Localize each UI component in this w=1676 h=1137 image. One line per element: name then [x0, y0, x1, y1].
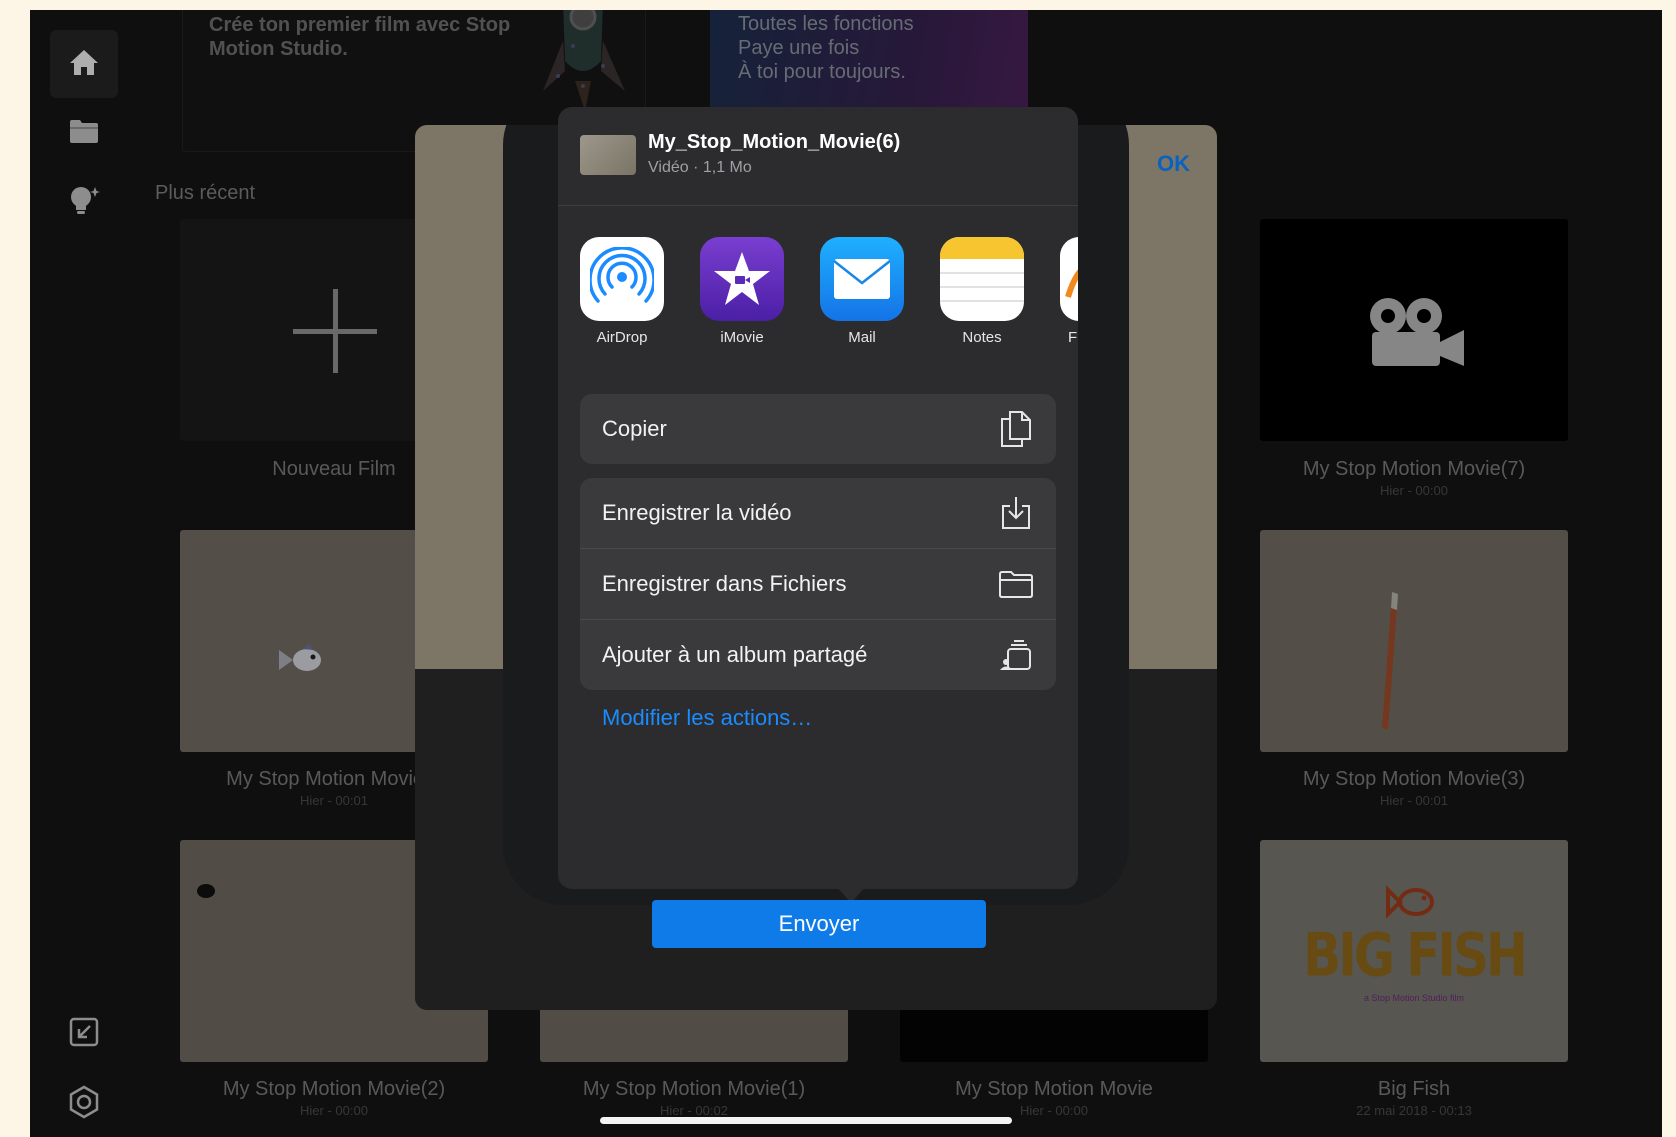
share-app-freeform[interactable]: Fr — [1060, 237, 1078, 346]
ok-button[interactable]: OK — [1157, 151, 1190, 177]
send-button[interactable]: Envoyer — [652, 900, 986, 948]
save-video-label: Enregistrer la vidéo — [602, 500, 792, 525]
app-label: Mail — [848, 329, 876, 346]
folder-icon — [998, 566, 1034, 602]
home-indicator[interactable] — [600, 1117, 1012, 1124]
notes-icon — [940, 237, 1024, 321]
mail-icon — [820, 237, 904, 321]
save-download-icon — [998, 495, 1034, 531]
freeform-icon — [1060, 237, 1078, 321]
file-thumbnail — [580, 135, 636, 175]
save-files-label: Enregistrer dans Fichiers — [602, 571, 847, 596]
shared-album-icon — [998, 637, 1034, 673]
app-label: iMovie — [720, 329, 764, 346]
share-app-notes[interactable]: Notes — [940, 237, 1024, 346]
file-name: My_Stop_Motion_Movie(6) — [648, 131, 901, 153]
imovie-icon — [700, 237, 784, 321]
action-group-save: Enregistrer la vidéo Enregistrer dans Fi… — [580, 478, 1056, 690]
app-label: AirDrop — [596, 329, 648, 346]
copy-icon — [998, 411, 1034, 447]
copy-label: Copier — [602, 416, 667, 441]
save-video-action[interactable]: Enregistrer la vidéo — [580, 478, 1056, 548]
divider — [558, 205, 1078, 206]
airdrop-icon — [580, 237, 664, 321]
edit-actions-link[interactable]: Modifier les actions… — [602, 705, 812, 731]
share-app-airdrop[interactable]: AirDrop — [580, 237, 664, 346]
share-app-imovie[interactable]: iMovie — [700, 237, 784, 346]
share-sheet: My_Stop_Motion_Movie(6) Vidéo · 1,1 Mo A… — [558, 107, 1078, 889]
share-app-mail[interactable]: Mail — [820, 237, 904, 346]
app-label: Notes — [962, 329, 1002, 346]
shared-album-action[interactable]: Ajouter à un album partagé — [580, 619, 1056, 690]
save-files-action[interactable]: Enregistrer dans Fichiers — [580, 548, 1056, 619]
action-group-copy: Copier — [580, 394, 1056, 464]
file-info: Vidéo · 1,1 Mo — [648, 159, 752, 176]
shared-album-label: Ajouter à un album partagé — [602, 642, 868, 667]
app-label: Fr — [1068, 329, 1078, 346]
copy-action[interactable]: Copier — [580, 394, 1056, 464]
